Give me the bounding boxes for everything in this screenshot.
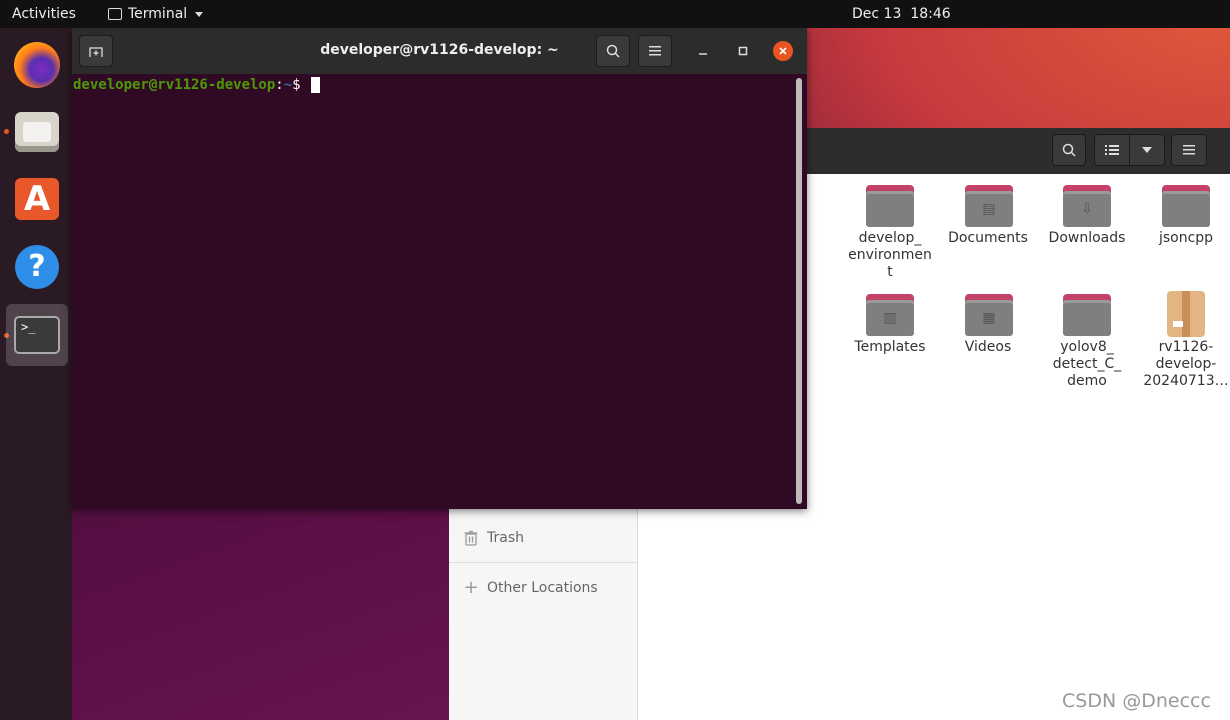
clock-time: 18:46: [910, 6, 951, 22]
clock-date: Dec 13: [852, 6, 902, 22]
app-menu-label: Terminal: [128, 6, 188, 22]
prompt-symbol: $: [292, 77, 310, 93]
downloads-icon: ⇩: [1063, 185, 1111, 227]
archive-icon: [1167, 291, 1205, 337]
files-icon: [15, 112, 59, 152]
software-store-icon: A: [15, 178, 59, 220]
scrollbar[interactable]: [796, 78, 802, 504]
prompt-path: ~: [283, 77, 293, 93]
chevron-down-icon: [1142, 147, 1152, 153]
clock[interactable]: Dec 13 18:46: [852, 6, 951, 22]
firefox-icon: [14, 42, 60, 88]
close-icon: [779, 47, 787, 55]
trash-icon: [464, 530, 478, 546]
dock-firefox[interactable]: [6, 34, 68, 96]
activities-button[interactable]: Activities: [12, 6, 76, 22]
documents-icon: ▤: [965, 185, 1013, 227]
videos-icon: ▦: [965, 294, 1013, 336]
close-button[interactable]: [773, 41, 793, 61]
sidebar-item-label: Trash: [487, 530, 524, 546]
search-button[interactable]: [1052, 134, 1086, 166]
menu-button[interactable]: [1171, 134, 1207, 166]
search-icon: [1062, 143, 1076, 157]
folder-icon: [866, 185, 914, 227]
app-menu[interactable]: Terminal: [108, 6, 204, 22]
sidebar-separator: [449, 562, 637, 563]
file-label: develop_ environmen t: [848, 230, 932, 280]
dock-software[interactable]: A: [6, 168, 68, 230]
terminal-window[interactable]: developer@rv1126-develop: ~ developer@rv…: [72, 28, 807, 509]
watermark: CSDN @Dneccc: [1062, 690, 1211, 712]
folder-icon: [1162, 185, 1210, 227]
file-label: rv1126- develop- 20240713…: [1143, 339, 1229, 389]
sidebar-item-trash[interactable]: Trash: [463, 530, 524, 546]
file-label: Videos: [964, 339, 1012, 355]
search-button[interactable]: [596, 35, 630, 67]
dock-terminal[interactable]: >_: [6, 304, 68, 366]
minimize-icon: [699, 53, 707, 55]
list-view-icon: [1105, 145, 1119, 155]
list-view-button[interactable]: [1094, 134, 1130, 166]
dock-files[interactable]: [6, 101, 68, 163]
prompt-separator: :: [275, 77, 284, 93]
terminal-headerbar[interactable]: developer@rv1126-develop: ~: [72, 28, 807, 74]
plus-icon: +: [463, 577, 479, 598]
dock: A ? >_: [0, 28, 72, 720]
maximize-button[interactable]: [733, 41, 753, 61]
dock-help[interactable]: ?: [6, 236, 68, 298]
terminal-icon: >_: [14, 316, 60, 354]
top-bar: Activities Terminal Dec 13 18:46: [0, 0, 1230, 28]
search-icon: [606, 44, 620, 58]
minimize-button[interactable]: [693, 41, 713, 61]
folder-icon: [1063, 294, 1111, 336]
chevron-down-icon: [195, 11, 204, 17]
file-label: Downloads: [1048, 230, 1126, 246]
file-label: Templates: [854, 339, 926, 355]
file-label: Documents: [948, 230, 1028, 246]
prompt-user-host: developer@rv1126-develop: [73, 77, 276, 93]
help-icon: ?: [15, 245, 59, 289]
templates-icon: ▥: [866, 294, 914, 336]
view-options-button[interactable]: [1129, 134, 1165, 166]
terminal-mini-icon: [108, 8, 122, 20]
hamburger-icon: [649, 46, 661, 56]
file-label: jsoncpp: [1158, 230, 1214, 246]
sidebar-item-label: Other Locations: [487, 579, 598, 596]
maximize-icon: [738, 46, 748, 56]
terminal-prompt[interactable]: developer@rv1126-develop:~$: [73, 77, 321, 93]
sidebar-item-other-locations[interactable]: + Other Locations: [463, 577, 598, 598]
hamburger-icon: [1183, 145, 1195, 155]
file-label: yolov8_ detect_C_ demo: [1052, 339, 1122, 389]
menu-button[interactable]: [638, 35, 672, 67]
text-cursor: [311, 77, 321, 93]
